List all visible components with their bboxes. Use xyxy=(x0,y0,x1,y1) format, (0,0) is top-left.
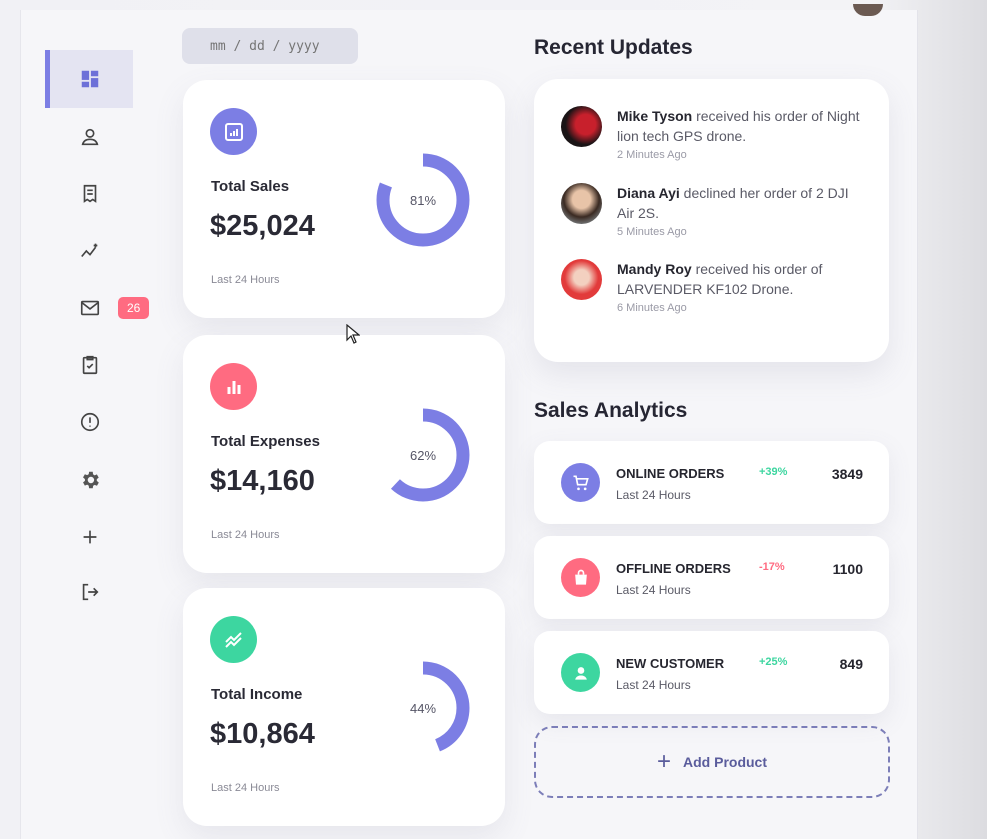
analytics-icon xyxy=(81,243,98,258)
bar-chart-icon xyxy=(224,122,243,141)
plus-icon: + xyxy=(656,748,671,775)
analytics-value: 849 xyxy=(839,656,863,672)
card-label: Total Sales xyxy=(211,178,290,195)
sidebar-item-messages[interactable]: 26 xyxy=(45,286,150,330)
card-label: Total Expenses xyxy=(211,433,320,450)
sales-analytics-title: Sales Analytics xyxy=(534,399,688,422)
clipboard-check-icon xyxy=(82,355,98,375)
ring-percent: 44% xyxy=(409,700,437,716)
analytics-value: 1100 xyxy=(832,561,863,577)
update-time: 5 Minutes Ago xyxy=(617,226,687,238)
analytics-name: ONLINE ORDERS xyxy=(616,466,725,481)
add-product-button[interactable]: + Add Product xyxy=(534,726,890,798)
expenses-icon-badge xyxy=(210,363,257,410)
analytics-name: NEW CUSTOMER xyxy=(616,656,725,671)
card-period: Last 24 Hours xyxy=(211,782,280,794)
add-product-label: Add Product xyxy=(683,754,767,770)
progress-ring: 62% xyxy=(375,407,471,503)
bar-graph-icon xyxy=(227,380,240,394)
ring-percent: 81% xyxy=(409,192,437,208)
progress-ring: 44% xyxy=(375,660,471,756)
sidebar-item-orders[interactable] xyxy=(45,172,133,216)
receipt-icon xyxy=(83,184,97,203)
mouse-cursor-icon xyxy=(346,324,360,344)
ring-percent: 62% xyxy=(409,447,437,463)
sidebar-item-logout[interactable] xyxy=(45,570,133,614)
update-text: Diana Ayi declined her order of 2 DJI Ai… xyxy=(617,183,867,223)
plus-icon xyxy=(83,530,97,544)
alert-icon xyxy=(80,412,100,432)
analytics-change: +39% xyxy=(759,466,788,478)
online-orders-icon-badge xyxy=(561,463,600,502)
recent-updates-card: Mike Tyson received his order of Night l… xyxy=(534,79,889,362)
mail-icon xyxy=(80,300,100,316)
avatar xyxy=(561,106,602,147)
user-icon xyxy=(81,128,99,146)
update-name: Mandy Roy xyxy=(617,261,692,277)
total-sales-card: Total Sales $25,024 Last 24 Hours 81% xyxy=(183,80,505,318)
analytics-change: -17% xyxy=(759,561,785,573)
date-input[interactable] xyxy=(182,28,358,64)
card-label: Total Income xyxy=(211,686,303,703)
analytics-item-online-orders[interactable]: ONLINE ORDERS Last 24 Hours +39% 3849 xyxy=(534,441,889,524)
trending-icon xyxy=(224,631,242,648)
analytics-item-offline-orders[interactable]: OFFLINE ORDERS Last 24 Hours -17% 1100 xyxy=(534,536,889,619)
card-period: Last 24 Hours xyxy=(211,274,280,286)
analytics-change: +25% xyxy=(759,656,788,668)
sidebar-item-add[interactable] xyxy=(45,515,133,559)
update-time: 2 Minutes Ago xyxy=(617,149,687,161)
cart-icon xyxy=(573,475,589,490)
card-amount: $14,160 xyxy=(210,465,315,497)
update-text: Mandy Roy received his order of LARVENDE… xyxy=(617,259,867,299)
analytics-period: Last 24 Hours xyxy=(616,678,691,692)
new-customer-icon-badge xyxy=(561,653,600,692)
card-amount: $10,864 xyxy=(210,718,315,750)
update-text: Mike Tyson received his order of Night l… xyxy=(617,106,867,146)
income-icon-badge xyxy=(210,616,257,663)
shopping-bag-icon xyxy=(574,569,587,585)
update-name: Diana Ayi xyxy=(617,185,680,201)
analytics-period: Last 24 Hours xyxy=(616,583,691,597)
sidebar-item-reports[interactable] xyxy=(45,400,133,444)
dashboard-icon xyxy=(81,70,99,88)
offline-orders-icon-badge xyxy=(561,558,600,597)
card-period: Last 24 Hours xyxy=(211,529,280,541)
sidebar-item-settings[interactable] xyxy=(45,458,133,502)
analytics-name: OFFLINE ORDERS xyxy=(616,561,731,576)
progress-ring: 81% xyxy=(375,152,471,248)
sidebar-item-dashboard[interactable] xyxy=(45,50,133,108)
sales-icon-badge xyxy=(210,108,257,155)
settings-icon xyxy=(83,471,99,489)
sidebar-item-analytics[interactable] xyxy=(45,229,133,273)
total-expenses-card: Total Expenses $14,160 Last 24 Hours 62% xyxy=(183,335,505,573)
analytics-value: 3849 xyxy=(831,466,863,482)
messages-badge: 26 xyxy=(118,297,150,319)
person-icon xyxy=(574,666,587,680)
avatar xyxy=(561,183,602,224)
analytics-item-new-customer[interactable]: NEW CUSTOMER Last 24 Hours +25% 849 xyxy=(534,631,889,714)
avatar xyxy=(561,259,602,300)
recent-updates-title: Recent Updates xyxy=(534,36,693,59)
update-time: 6 Minutes Ago xyxy=(617,302,687,314)
analytics-period: Last 24 Hours xyxy=(616,488,691,502)
card-amount: $25,024 xyxy=(210,210,315,242)
sidebar-item-tasks[interactable] xyxy=(45,343,133,387)
total-income-card: Total Income $10,864 Last 24 Hours 44% xyxy=(183,588,505,826)
update-name: Mike Tyson xyxy=(617,108,693,124)
logout-icon xyxy=(82,583,99,601)
sidebar-item-customers[interactable] xyxy=(45,115,133,159)
